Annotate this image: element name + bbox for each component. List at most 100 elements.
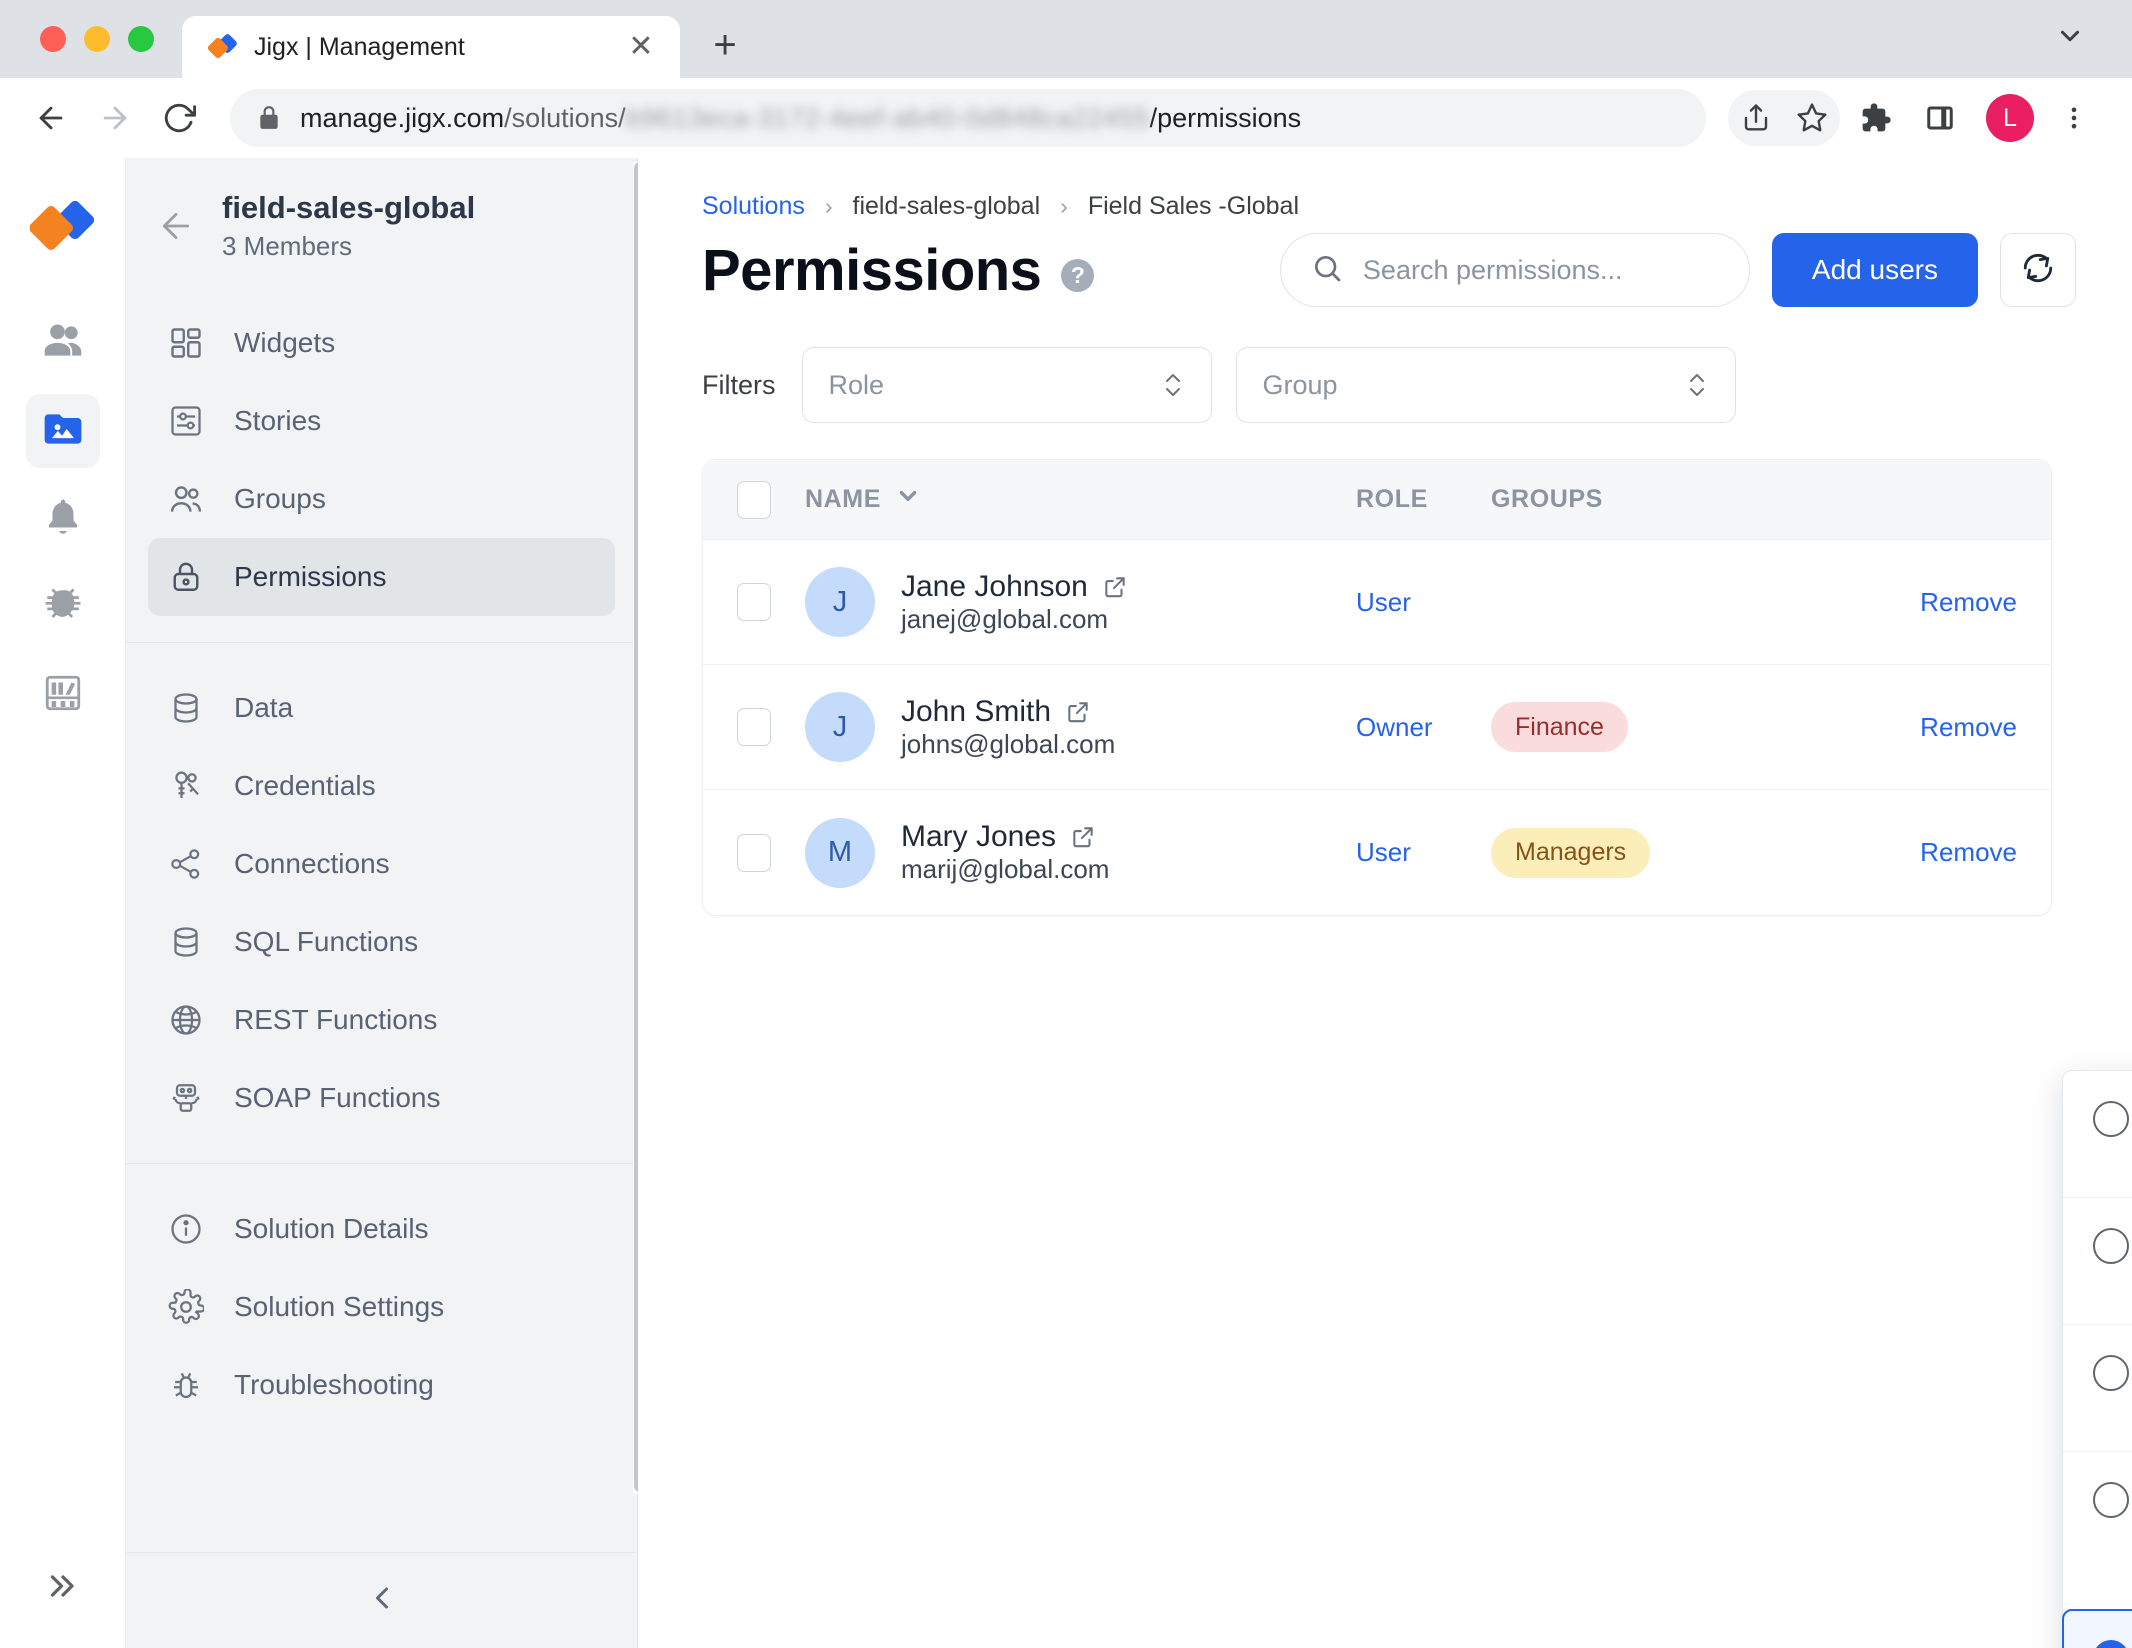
window-traffic-lights <box>0 26 154 78</box>
url-blurred-id: b9613eca-3172-4eef-ab40-0d848ca22455 <box>625 102 1150 133</box>
sidebar-item-data[interactable]: Data <box>148 669 615 747</box>
radio-icon[interactable] <box>2093 1355 2129 1391</box>
reload-icon[interactable] <box>150 89 208 147</box>
sidebar-item-permissions[interactable]: Permissions <box>148 537 615 616</box>
cell-role[interactable]: User <box>1356 587 1491 618</box>
group-badge[interactable]: Finance <box>1491 702 1628 752</box>
row-checkbox[interactable] <box>737 708 771 746</box>
filters-bar: Filters Role Group <box>702 347 2076 423</box>
lock-icon <box>256 105 282 131</box>
rail-item-notifications[interactable] <box>26 482 100 556</box>
sidebar-item-label: SOAP Functions <box>234 1081 441 1113</box>
sidebar-item-widgets[interactable]: Widgets <box>148 304 615 382</box>
role-option-admin[interactable]: Admin Manages users in solution <box>2063 1071 2132 1198</box>
breadcrumb-item-solutions[interactable]: Solutions <box>702 192 805 221</box>
cell-role[interactable]: User <box>1356 837 1491 868</box>
chevron-updown-icon <box>1161 368 1185 402</box>
remove-link[interactable]: Remove <box>1837 712 2017 743</box>
sidebar-item-rest-functions[interactable]: REST Functions <box>148 981 615 1059</box>
app-viewport: field-sales-global 3 Members Widgets Sto… <box>0 158 2132 1648</box>
chevron-left-icon <box>364 1580 400 1621</box>
external-link-icon[interactable] <box>1070 824 1096 850</box>
page-title: Permissions <box>702 237 1042 303</box>
chrome-menu-icon[interactable] <box>2046 90 2102 146</box>
sidebar-item-label: Data <box>234 691 294 723</box>
user-identity: John Smith johns@global.com <box>901 695 1115 760</box>
avatar: J <box>805 567 875 637</box>
sidebar-item-label: Groups <box>234 482 326 514</box>
refresh-button[interactable] <box>2000 233 2076 307</box>
rail-item-solutions[interactable] <box>25 394 100 468</box>
cell-name: J John Smith johns@global.com <box>771 692 1356 762</box>
row-checkbox[interactable] <box>737 833 771 872</box>
side-panel-icon[interactable] <box>1912 90 1968 146</box>
refresh-icon <box>2020 250 2056 291</box>
new-tab-button[interactable]: + <box>702 22 748 68</box>
bookmark-star-icon[interactable] <box>1784 90 1840 146</box>
rail-expand-button[interactable] <box>0 1568 126 1604</box>
close-window-button[interactable] <box>40 26 66 52</box>
external-link-icon[interactable] <box>1102 574 1128 600</box>
external-link-icon[interactable] <box>1065 699 1091 725</box>
select-all-checkbox[interactable] <box>737 480 771 519</box>
column-header-groups: GROUPS <box>1491 485 1603 513</box>
user-identity: Jane Johnson janej@global.com <box>901 570 1128 635</box>
sidebar-item-connections[interactable]: Connections <box>148 825 615 903</box>
arrow-left-icon[interactable] <box>156 206 196 246</box>
radio-icon[interactable] <box>2093 1101 2129 1137</box>
sidebar-item-groups[interactable]: Groups <box>148 460 615 538</box>
close-tab-button[interactable]: ✕ <box>624 30 658 64</box>
solution-name: field-sales-global <box>222 190 476 225</box>
profile-avatar[interactable]: L <box>1986 94 2034 142</box>
sidebar-item-soap-functions[interactable]: SOAP Functions <box>148 1059 615 1137</box>
role-option-user[interactable]: User Can use the solution <box>2062 1609 2132 1648</box>
sidebar-item-troubleshooting[interactable]: Troubleshooting <box>148 1346 615 1424</box>
forward-icon[interactable] <box>86 89 144 147</box>
library-icon <box>42 672 84 719</box>
jigx-diamond-logo[interactable] <box>28 194 98 264</box>
filter-group-select[interactable]: Group <box>1235 347 1736 423</box>
rail-item-debug[interactable] <box>26 570 100 644</box>
chevron-updown-icon <box>1685 368 1709 402</box>
sidebar-item-solution-details[interactable]: Solution Details <box>148 1190 615 1268</box>
lock-icon <box>166 557 206 597</box>
radio-icon[interactable] <box>2093 1228 2129 1264</box>
breadcrumb-item-field-sales[interactable]: Field Sales -Global <box>1088 192 1299 221</box>
radio-icon-selected[interactable] <box>2093 1640 2129 1648</box>
group-badge[interactable]: Managers <box>1491 827 1651 878</box>
minimize-window-button[interactable] <box>84 26 110 52</box>
sidebar-item-sql-functions[interactable]: SQL Functions <box>148 903 615 981</box>
sidebar-item-credentials[interactable]: Credentials <box>148 747 615 825</box>
chevron-down-icon[interactable] <box>2050 16 2090 56</box>
help-circle-icon[interactable]: ? <box>1061 258 1095 292</box>
maximize-window-button[interactable] <box>128 26 154 52</box>
remove-link[interactable]: Remove <box>1837 587 2017 618</box>
sidebar-item-solution-settings[interactable]: Solution Settings <box>148 1268 615 1346</box>
main-content: Solutions › field-sales-global › Field S… <box>638 158 2132 1648</box>
sidebar-item-stories[interactable]: Stories <box>148 382 615 460</box>
user-identity: Mary Jones marij@global.com <box>901 820 1109 885</box>
address-bar[interactable]: manage.jigx.com/solutions/b9613eca-3172-… <box>230 89 1706 147</box>
add-users-button[interactable]: Add users <box>1771 233 1978 307</box>
share-icon[interactable] <box>1728 90 1784 146</box>
share-nodes-icon <box>166 844 206 884</box>
role-option-owner[interactable]: Owner Can use, edit and manage solution <box>2063 1452 2132 1610</box>
back-icon[interactable] <box>22 89 80 147</box>
breadcrumb-item-field-sales-global[interactable]: field-sales-global <box>853 192 1041 221</box>
rail-item-users[interactable] <box>26 306 100 380</box>
row-checkbox[interactable] <box>737 583 771 621</box>
search-permissions-input[interactable]: Search permissions... <box>1279 233 1750 307</box>
role-option-deny[interactable]: Deny No access to solution <box>2063 1198 2132 1325</box>
cell-role[interactable]: Owner <box>1356 712 1491 743</box>
bug-outline-icon <box>166 1365 206 1405</box>
sidebar-collapse-button[interactable] <box>126 1552 637 1648</box>
radio-icon[interactable] <box>2093 1482 2129 1518</box>
remove-link[interactable]: Remove <box>1837 837 2017 868</box>
jigx-logo-icon <box>207 32 238 62</box>
role-option-editor[interactable]: Editor Can edit the solution <box>2063 1325 2132 1452</box>
column-header-name[interactable]: NAME <box>771 483 1356 516</box>
extensions-puzzle-icon[interactable] <box>1848 90 1904 146</box>
browser-tab[interactable]: Jigx | Management ✕ <box>182 16 680 78</box>
filter-role-select[interactable]: Role <box>801 347 1212 423</box>
rail-item-library[interactable] <box>26 658 100 732</box>
